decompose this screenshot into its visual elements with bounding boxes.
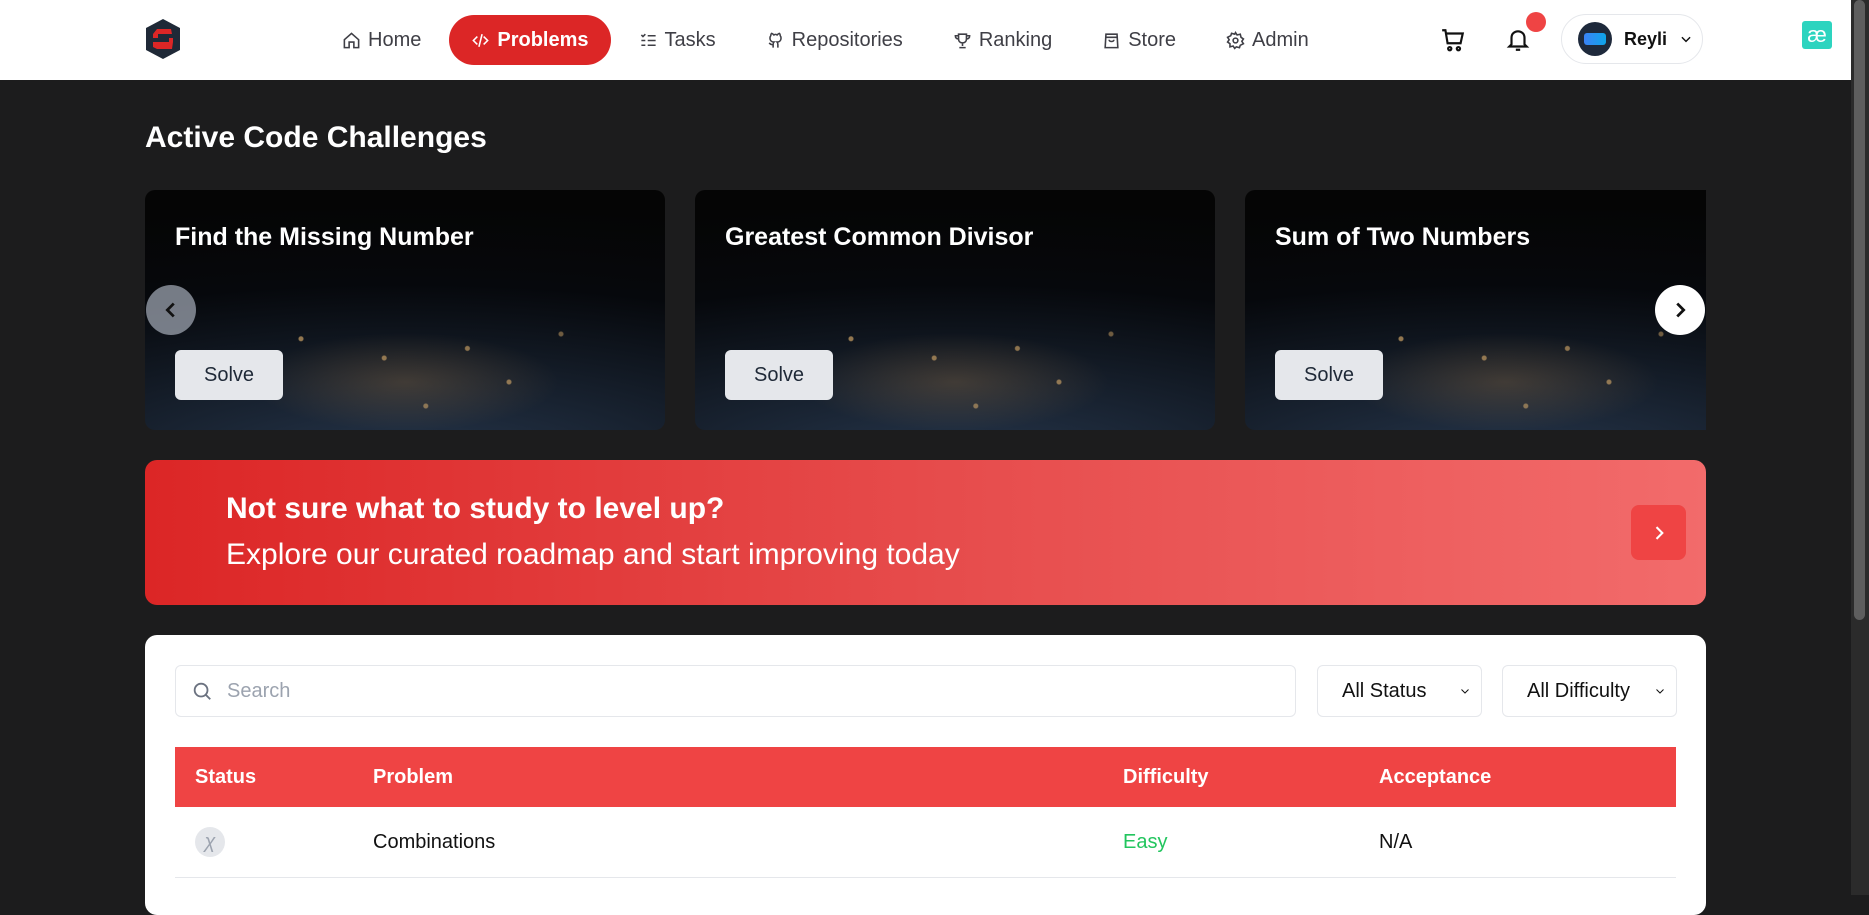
challenge-card: Sum of Two Numbers Solve <box>1245 190 1706 430</box>
table-row[interactable]: χ Combinations Easy N/A <box>175 807 1676 878</box>
nav-ranking[interactable]: Ranking <box>931 15 1074 65</box>
nav-repositories-label: Repositories <box>791 28 903 51</box>
difficulty-label: Easy <box>1123 830 1168 853</box>
problem-name[interactable]: Combinations <box>373 831 1123 854</box>
search-icon <box>193 682 211 700</box>
solve-button[interactable]: Solve <box>1275 350 1383 400</box>
carousel-prev-button[interactable] <box>146 285 196 335</box>
list-checks-icon <box>640 33 656 46</box>
column-header-difficulty[interactable]: Difficulty <box>1123 766 1379 789</box>
nav-store-label: Store <box>1128 28 1177 51</box>
notification-badge <box>1526 12 1546 32</box>
challenge-card: Find the Missing Number Solve <box>145 190 665 430</box>
section-title: Active Code Challenges <box>145 121 487 154</box>
nav-home-label: Home <box>368 28 422 51</box>
github-icon <box>768 32 782 48</box>
roadmap-button[interactable] <box>1631 505 1686 560</box>
nav-tasks[interactable]: Tasks <box>617 15 738 65</box>
search-box[interactable] <box>175 665 1296 717</box>
home-icon <box>343 31 360 48</box>
column-header-acceptance[interactable]: Acceptance <box>1379 766 1676 789</box>
chevron-left-icon <box>165 302 175 318</box>
nav-admin-label: Admin <box>1252 28 1309 51</box>
status-cell: χ <box>175 827 373 857</box>
column-header-problem[interactable]: Problem <box>373 766 1123 789</box>
nav-ranking-label: Ranking <box>978 28 1053 51</box>
banner-title: Not sure what to study to level up? <box>226 492 725 525</box>
nav-problems-label: Problems <box>497 28 589 51</box>
chevron-right-icon <box>1676 302 1686 318</box>
challenge-title: Sum of Two Numbers <box>1275 223 1531 251</box>
acceptance-value: N/A <box>1379 830 1413 853</box>
difficulty-filter-select[interactable]: All Difficulty <box>1502 665 1677 717</box>
problems-table: Status Problem Difficulty Acceptance χ C… <box>175 747 1676 878</box>
challenge-card: Greatest Common Divisor Solve <box>695 190 1215 430</box>
solve-button[interactable]: Solve <box>725 350 833 400</box>
problems-panel: All Status All Difficulty Status Problem… <box>145 635 1706 915</box>
chevron-down-icon <box>1656 689 1664 694</box>
nav-admin[interactable]: Admin <box>1204 15 1331 65</box>
chevron-down-icon <box>1681 36 1691 43</box>
scrollbar-thumb[interactable] <box>1854 0 1865 620</box>
difficulty-filter-value: All Difficulty <box>1527 679 1630 702</box>
main-nav: Home Problems Tasks Repositories Ranking… <box>320 15 1337 65</box>
chevron-down-icon <box>1461 689 1469 694</box>
roadmap-banner[interactable]: Not sure what to study to level up? Expl… <box>145 460 1706 605</box>
app-logo[interactable] <box>143 17 183 61</box>
top-navbar: Home Problems Tasks Repositories Ranking… <box>0 0 1851 80</box>
status-filter-select[interactable]: All Status <box>1317 665 1482 717</box>
user-menu[interactable]: Reyli <box>1561 14 1703 64</box>
carousel-next-button[interactable] <box>1655 285 1705 335</box>
extension-icon[interactable]: æ <box>1802 21 1832 49</box>
search-input[interactable] <box>225 678 1229 704</box>
unsolved-status-icon: χ <box>195 827 225 857</box>
nav-tasks-label: Tasks <box>664 28 716 51</box>
solve-button[interactable]: Solve <box>175 350 283 400</box>
nav-problems[interactable]: Problems <box>449 15 611 65</box>
challenge-title: Greatest Common Divisor <box>725 223 1034 251</box>
nav-repositories[interactable]: Repositories <box>744 15 925 65</box>
bell-icon[interactable] <box>1505 27 1531 53</box>
user-name: Reyli <box>1624 28 1668 49</box>
status-filter-value: All Status <box>1342 679 1427 702</box>
gear-icon <box>1226 30 1245 50</box>
banner-subtitle: Explore our curated roadmap and start im… <box>226 538 960 571</box>
table-header: Status Problem Difficulty Acceptance <box>175 747 1676 807</box>
challenge-title: Find the Missing Number <box>175 223 474 251</box>
chevron-right-icon <box>1655 525 1664 540</box>
avatar <box>1578 22 1612 56</box>
trophy-icon <box>954 32 971 48</box>
challenge-carousel: Find the Missing Number Solve Greatest C… <box>145 190 1706 430</box>
nav-store[interactable]: Store <box>1080 15 1198 65</box>
code-icon <box>472 33 490 47</box>
shopping-bag-icon <box>1104 32 1119 48</box>
cart-icon[interactable] <box>1440 27 1466 53</box>
column-header-status[interactable]: Status <box>175 766 373 789</box>
nav-home[interactable]: Home <box>320 15 443 65</box>
